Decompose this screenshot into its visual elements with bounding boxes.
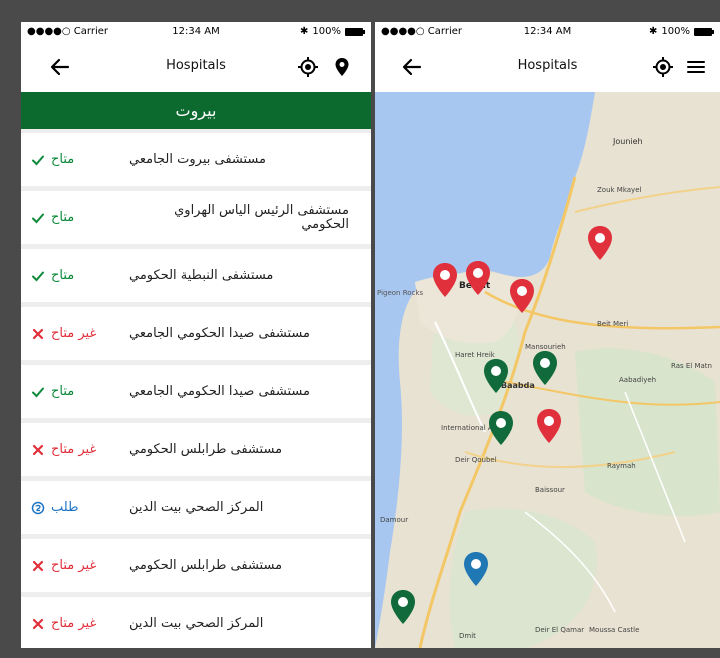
map-label-rocks: Pigeon Rocks xyxy=(377,289,423,297)
status-right: ✱ 100% xyxy=(300,26,365,37)
hospital-name: مستشفى النبطية الحكومي xyxy=(129,267,274,283)
locate-me-icon[interactable] xyxy=(297,56,319,78)
hospital-pin-blue[interactable] xyxy=(463,551,489,587)
status-label: متاح xyxy=(51,152,75,167)
list-item[interactable]: مستشفى صيدا الحكومي الجامعي غير متاح xyxy=(21,307,371,360)
battery-icon xyxy=(345,27,365,36)
hospital-pin-red[interactable] xyxy=(432,262,458,298)
hospital-name: المركز الصحي بيت الدين xyxy=(129,499,264,515)
list-view-icon[interactable] xyxy=(685,56,707,78)
status-label: طلب xyxy=(51,500,79,515)
status-label: متاح xyxy=(51,384,75,399)
hospital-name: مستشفى بيروت الجامعي xyxy=(129,151,266,167)
status-unavailable: غير متاح xyxy=(31,597,96,648)
hospital-map-screen: ●●●●○ Carrier 12:34 AM ✱ 100% Hospitals xyxy=(375,22,720,648)
status-right: ✱ 100% xyxy=(649,26,714,37)
status-bar: ●●●●○ Carrier 12:34 AM ✱ 100% xyxy=(21,22,371,42)
hospital-pin-red[interactable] xyxy=(536,408,562,444)
map-view[interactable]: Jounieh Zouk Mkayel Beirut Pigeon Rocks … xyxy=(375,92,720,648)
list-item[interactable]: مستشفى النبطية الحكومي متاح xyxy=(21,249,371,302)
status-request: طلب xyxy=(31,481,78,534)
hospital-name: مستشفى صيدا الحكومي الجامعي xyxy=(129,383,310,399)
map-label-ras-el-matn: Ras El Matn xyxy=(671,362,712,370)
check-icon xyxy=(32,213,44,223)
map-label-damour: Damour xyxy=(380,516,408,524)
hospital-pin-green[interactable] xyxy=(483,358,509,394)
map-label-jounieh: Jounieh xyxy=(612,137,643,146)
map-label-aabadiyeh: Aabadiyeh xyxy=(619,376,656,384)
hospital-pin-red[interactable] xyxy=(465,260,491,296)
list-item[interactable]: المركز الصحي بيت الدين طلب xyxy=(21,481,371,534)
status-label: غير متاح xyxy=(51,326,97,341)
map-label-baissour: Baissour xyxy=(535,486,565,494)
hospital-pin-green[interactable] xyxy=(488,410,514,446)
list-item[interactable]: مستشفى صيدا الحكومي الجامعي متاح xyxy=(21,365,371,418)
status-unavailable: غير متاح xyxy=(31,307,96,360)
region-header: بيروت xyxy=(21,92,371,129)
list-item[interactable]: مستشفى الرئيس الياس الهراوي الحكومي متاح xyxy=(21,191,371,244)
battery-icon xyxy=(694,27,714,36)
request-icon xyxy=(31,501,45,514)
map-label-deir-el-qamar: Deir El Qamar xyxy=(535,626,584,634)
status-available: متاح xyxy=(31,191,74,244)
close-icon xyxy=(32,328,44,339)
battery-percent: 100% xyxy=(661,26,690,37)
list-item[interactable]: مستشفى طرابلس الحكومي غير متاح xyxy=(21,539,371,592)
hospital-name: مستشفى صيدا الحكومي الجامعي xyxy=(129,325,310,341)
hospital-pin-green[interactable] xyxy=(390,589,416,625)
status-unavailable: غير متاح xyxy=(31,539,96,592)
battery-percent: 100% xyxy=(312,26,341,37)
status-available: متاح xyxy=(31,133,74,186)
bluetooth-icon: ✱ xyxy=(300,26,309,37)
check-icon xyxy=(32,387,44,397)
map-pin-icon[interactable] xyxy=(331,56,353,78)
nav-bar: Hospitals xyxy=(375,42,720,92)
map-label-zouk: Zouk Mkayel xyxy=(597,186,642,194)
status-label: متاح xyxy=(51,210,75,225)
map-label-raymah: Raymah xyxy=(607,462,636,470)
bluetooth-icon: ✱ xyxy=(649,26,658,37)
hospital-pin-red[interactable] xyxy=(587,225,613,261)
map-label-beit-meri: Beit Meri xyxy=(597,320,628,328)
hospital-name: المركز الصحي بيت الدين xyxy=(129,615,264,631)
status-label: غير متاح xyxy=(51,616,97,631)
hospital-name: مستشفى طرابلس الحكومي xyxy=(129,441,283,457)
hospital-pin-red[interactable] xyxy=(509,278,535,314)
hospital-pin-green[interactable] xyxy=(532,350,558,386)
status-available: متاح xyxy=(31,249,74,302)
check-icon xyxy=(32,271,44,281)
map-label-moussa-castle: Moussa Castle xyxy=(589,626,639,634)
status-unavailable: غير متاح xyxy=(31,423,96,476)
check-icon xyxy=(32,155,44,165)
list-item[interactable]: مستشفى بيروت الجامعي متاح xyxy=(21,133,371,186)
map-label-dmit: Dmit xyxy=(459,632,476,640)
hospital-name: مستشفى الرئيس الياس الهراوي الحكومي xyxy=(174,202,349,232)
locate-me-icon[interactable] xyxy=(652,56,674,78)
close-icon xyxy=(32,618,44,629)
map-label-deir-qoubel: Deir Qoubel xyxy=(455,456,497,464)
status-bar: ●●●●○ Carrier 12:34 AM ✱ 100% xyxy=(375,22,720,42)
hospital-name: مستشفى طرابلس الحكومي xyxy=(129,557,283,573)
status-label: غير متاح xyxy=(51,558,97,573)
status-available: متاح xyxy=(31,365,74,418)
close-icon xyxy=(32,444,44,455)
status-label: متاح xyxy=(51,268,75,283)
list-item[interactable]: المركز الصحي بيت الدين غير متاح xyxy=(21,597,371,648)
close-icon xyxy=(32,560,44,571)
hospital-list: مستشفى بيروت الجامعي متاح مستشفى الرئيس … xyxy=(21,129,371,648)
status-label: غير متاح xyxy=(51,442,97,457)
nav-bar: Hospitals xyxy=(21,42,371,92)
hospital-list-screen: ●●●●○ Carrier 12:34 AM ✱ 100% Hospitals … xyxy=(21,22,371,648)
list-item[interactable]: مستشفى طرابلس الحكومي غير متاح xyxy=(21,423,371,476)
